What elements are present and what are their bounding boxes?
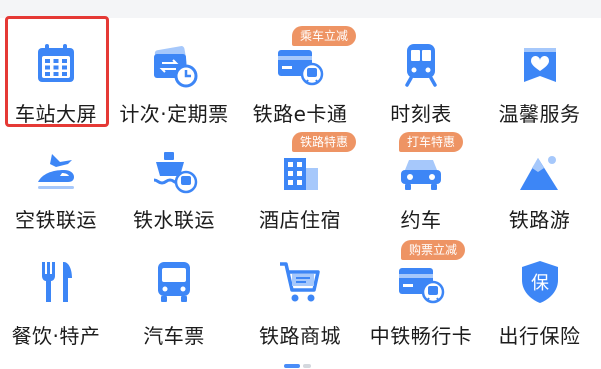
grid-item-label: 计次·定期票: [119, 102, 229, 126]
top-band: [0, 0, 601, 18]
card-train-icon: [397, 258, 445, 306]
service-grid: 车站大屏 计次·定期票 乘车立减 铁路e卡通 时刻表 温馨服务 空铁联运 铁水联…: [0, 18, 601, 354]
plane-train-icon: [32, 148, 80, 196]
shield-bao-icon: 保: [516, 258, 564, 306]
grid-item-count-ticket[interactable]: 计次·定期票: [112, 18, 236, 130]
ticket-clock-icon: [150, 40, 198, 88]
train-card-icon: [276, 40, 324, 88]
grid-item-care-service[interactable]: 温馨服务: [478, 18, 601, 130]
grid-item-label: 约车: [400, 208, 442, 232]
fork-knife-icon: [32, 258, 80, 306]
grid-item-label: 中铁畅行卡: [369, 324, 473, 348]
grid-item-air-rail[interactable]: 空铁联运: [0, 130, 112, 238]
grid-item-rail-mall[interactable]: 铁路商城: [236, 238, 364, 354]
grid-item-bus-ticket[interactable]: 汽车票: [112, 238, 236, 354]
grid-item-food[interactable]: 餐饮·特产: [0, 238, 112, 354]
mountain-icon: [516, 148, 564, 196]
grid-item-label: 餐饮·特产: [11, 324, 101, 348]
grid-item-label: 空铁联运: [15, 208, 97, 232]
page-indicator-dot: [303, 364, 311, 368]
grid-item-label: 温馨服务: [498, 102, 581, 126]
page-indicator: [0, 364, 601, 369]
shopping-cart-icon: [276, 258, 324, 306]
grid-item-timetable[interactable]: 时刻表: [364, 18, 478, 130]
grid-item-ride-hailing[interactable]: 打车特惠 约车: [364, 130, 478, 238]
bus-icon: [150, 258, 198, 306]
ship-train-icon: [150, 148, 198, 196]
grid-item-hotel[interactable]: 铁路特惠 酒店住宿: [236, 130, 364, 238]
grid-item-label: 时刻表: [390, 102, 452, 126]
grid-item-label: 铁水联运: [133, 208, 215, 232]
hotel-icon: [276, 148, 324, 196]
promo-badge: 购票立减: [401, 240, 466, 260]
grid-item-label: 汽车票: [143, 324, 205, 348]
grid-item-label: 铁路e卡通: [252, 102, 348, 126]
grid-item-label: 酒店住宿: [259, 208, 341, 232]
grid-item-label: 铁路游: [508, 208, 571, 232]
grid-item-ecard[interactable]: 乘车立减 铁路e卡通: [236, 18, 364, 130]
grid-item-station-screen[interactable]: 车站大屏: [0, 18, 112, 130]
grid-item-rail-water[interactable]: 铁水联运: [112, 130, 236, 238]
grid-item-label: 车站大屏: [15, 102, 97, 126]
grid-item-label: 出行保险: [498, 324, 581, 348]
grid-item-insurance[interactable]: 保 出行保险: [478, 238, 601, 354]
train-front-icon: [397, 40, 445, 88]
car-icon: [397, 148, 445, 196]
grid-item-rail-tour[interactable]: 铁路游: [478, 130, 601, 238]
heart-bag-icon: [516, 40, 564, 88]
svg-text:保: 保: [531, 273, 549, 294]
grid-item-rail-pass[interactable]: 购票立减 中铁畅行卡: [364, 238, 478, 354]
page-indicator-active: [284, 364, 300, 368]
grid-item-label: 铁路商城: [259, 324, 341, 348]
calendar-icon: [32, 40, 80, 88]
